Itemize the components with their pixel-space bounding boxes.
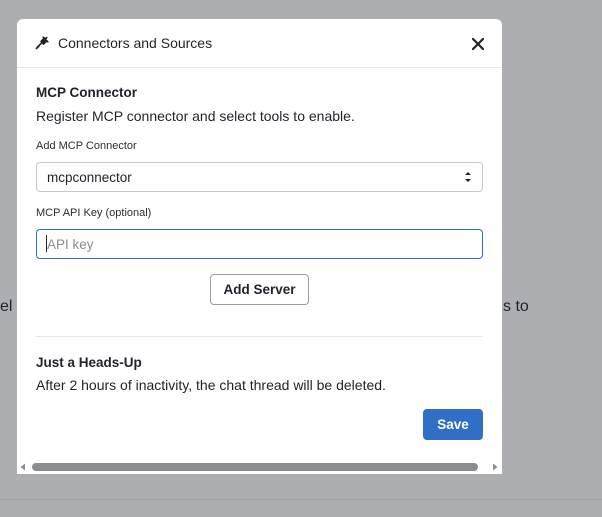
select-arrows-icon [465,172,471,182]
background-text-right: s to [503,298,529,315]
connector-select-value: mcpconnector [47,170,132,185]
connectors-modal: Connectors and Sources MCP Connector Reg… [17,19,502,474]
connector-field-label: Add MCP Connector [36,140,137,152]
api-key-field-label: MCP API Key (optional) [36,207,152,219]
save-button[interactable]: Save [423,409,483,440]
section-divider [36,336,483,337]
mcp-section-title: MCP Connector [36,85,138,100]
background-divider [0,499,602,500]
scroll-right-arrow-icon[interactable] [491,463,499,471]
plug-icon [35,36,49,50]
modal-title: Connectors and Sources [58,35,213,51]
notice-title: Just a Heads-Up [36,355,142,370]
modal-header: Connectors and Sources [17,19,502,68]
close-icon[interactable] [471,37,485,51]
add-server-button[interactable]: Add Server [210,274,309,305]
notice-text: After 2 hours of inactivity, the chat th… [36,377,386,393]
scrollbar-thumb[interactable] [32,463,478,471]
text-caret [46,235,47,252]
connector-select[interactable]: mcpconnector [36,162,483,192]
scroll-left-arrow-icon[interactable] [19,463,27,471]
mcp-section-description: Register MCP connector and select tools … [36,108,355,124]
horizontal-scrollbar[interactable] [17,460,502,474]
api-key-input[interactable] [36,229,483,259]
background-text-left: el [0,298,13,315]
